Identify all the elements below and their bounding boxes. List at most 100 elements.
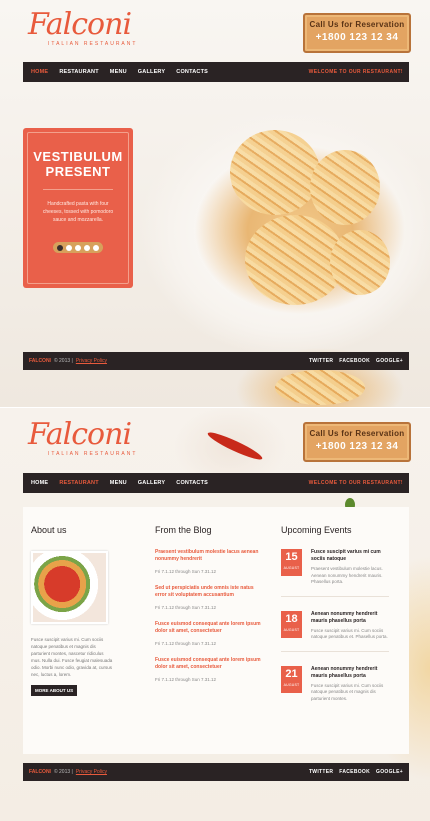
privacy-policy-link[interactable]: Privacy Policy — [76, 358, 107, 364]
logo-name: Falconi — [28, 7, 132, 42]
blog-post-meta: Fri 7.1.12 through Sun 7.31.12 — [155, 677, 217, 682]
slider-dot[interactable] — [75, 244, 81, 251]
event-day: 15 — [285, 551, 298, 563]
social-links: TWITTER FACEBOOK GOOGLE+ — [309, 358, 403, 364]
event-day: 21 — [285, 667, 298, 680]
blog-post: Praesent vestibulum molestie lacus aenea… — [155, 549, 265, 574]
nav-item-restaurant[interactable]: RESTAURANT — [59, 69, 98, 75]
content-panel: About us Fusce suscipit varius mi. Cum s… — [23, 507, 409, 754]
facebook-link[interactable]: FACEBOOK — [339, 358, 370, 364]
logo[interactable]: Falconi ITALIAN RESTAURANT — [28, 7, 138, 48]
blog-post-meta: Fri 7.1.12 through Sun 7.31.12 — [155, 605, 217, 610]
event-month: AUGUST — [283, 566, 300, 570]
slider-dot[interactable] — [84, 244, 90, 251]
slider-dot[interactable] — [93, 244, 99, 251]
welcome-text: WELCOME TO OUR RESTAURANT! — [308, 480, 403, 486]
nav-item-gallery[interactable]: GALLERY — [138, 480, 165, 486]
nav-item-restaurant[interactable]: RESTAURANT — [59, 480, 98, 486]
logo-tagline: ITALIAN RESTAURANT — [48, 451, 138, 457]
restaurant-page-screenshot: Falconi ITALIAN RESTAURANT Call Us for R… — [0, 408, 430, 821]
privacy-policy-link[interactable]: Privacy Policy — [76, 769, 107, 775]
hero-promo-card: VESTIBULUM PRESENT Handcrafted pasta wit… — [23, 128, 133, 288]
event-title[interactable]: Aenean nonummy hendrerit mauris phasellu… — [311, 611, 389, 625]
blog-post-title[interactable]: Sed ut perspiciatis unde omnis iste natu… — [155, 585, 265, 599]
blog-column: From the Blog Praesent vestibulum molest… — [155, 525, 265, 682]
nav-item-menu[interactable]: MENU — [110, 480, 127, 486]
event-text: Fusce suscipit varius mi. Cum sociis nat… — [311, 627, 388, 640]
main-nav: HOME RESTAURANT MENU GALLERY CONTACTS WE… — [23, 473, 409, 493]
footer-copyright: © 2013 | — [53, 358, 73, 364]
event-date-badge: 21 AUGUST — [281, 665, 302, 693]
slider-dot[interactable] — [57, 244, 63, 251]
reservation-phone: +1800 123 12 34 — [315, 32, 399, 43]
footer-bar: FALCONI © 2013 | Privacy Policy TWITTER … — [23, 352, 409, 370]
hero-divider — [43, 189, 113, 190]
event-body: Aenean nonummy hendrerit mauris phasellu… — [311, 666, 389, 703]
reservation-label: Call Us for Reservation — [309, 20, 405, 29]
pasta-nest-decoration — [230, 130, 320, 215]
pasta-nest-decoration — [330, 230, 390, 295]
nav-item-home[interactable]: HOME — [31, 69, 48, 75]
event-item: 15 AUGUST Fusce suscipit varius mi cum s… — [281, 549, 389, 597]
hero-title-line1: VESTIBULUM — [33, 149, 123, 164]
blog-post: Fusce euismod consequat ante lorem ipsum… — [155, 657, 265, 682]
more-about-us-button[interactable]: MORE ABOUT US — [31, 685, 78, 696]
event-text: Praesent vestibulum molestie lacus. Aene… — [311, 566, 383, 584]
events-heading: Upcoming Events — [281, 525, 352, 535]
event-day: 18 — [285, 612, 298, 625]
nav-item-gallery[interactable]: GALLERY — [138, 69, 165, 75]
social-links: TWITTER FACEBOOK GOOGLE+ — [309, 769, 403, 775]
facebook-link[interactable]: FACEBOOK — [339, 769, 370, 775]
home-page-screenshot: Falconi ITALIAN RESTAURANT Call Us for R… — [0, 0, 430, 407]
blog-post-meta: Fri 7.1.12 through Sun 7.31.12 — [155, 641, 217, 646]
nav-item-contacts[interactable]: CONTACTS — [176, 480, 208, 486]
event-date-badge: 18 AUGUST — [281, 610, 302, 638]
event-title[interactable]: Aenean nonummy hendrerit mauris phasellu… — [311, 666, 389, 680]
pasta-dish-image — [31, 551, 108, 624]
slider-dot[interactable] — [66, 244, 72, 251]
hero-description: Handcrafted pasta with four cheeses, tos… — [42, 201, 114, 223]
logo[interactable]: Falconi ITALIAN RESTAURANT — [28, 417, 138, 458]
blog-post: Sed ut perspiciatis unde omnis iste natu… — [155, 585, 265, 610]
blog-post-meta: Fri 7.1.12 through Sun 7.31.12 — [155, 569, 217, 574]
about-text: Fusce suscipit varius mi. Cum sociis nat… — [31, 637, 113, 677]
twitter-link[interactable]: TWITTER — [309, 358, 333, 364]
pasta-nest-decoration — [310, 150, 380, 225]
event-month: AUGUST — [283, 627, 300, 632]
event-title[interactable]: Fusce suscipit varius mi cum sociis nato… — [311, 549, 389, 563]
reservation-phone: +1800 123 12 34 — [315, 441, 399, 452]
twitter-link[interactable]: TWITTER — [309, 769, 333, 775]
nav-item-home[interactable]: HOME — [31, 480, 48, 486]
main-nav: HOME RESTAURANT MENU GALLERY CONTACTS WE… — [23, 62, 409, 82]
reservation-badge[interactable]: Call Us for Reservation +1800 123 12 34 — [303, 422, 411, 462]
nav-item-menu[interactable]: MENU — [110, 69, 127, 75]
google-plus-link[interactable]: GOOGLE+ — [376, 358, 403, 364]
blog-post-title[interactable]: Fusce euismod consequat ante lorem ipsum… — [155, 657, 265, 671]
event-body: Fusce suscipit varius mi cum sociis nato… — [311, 549, 389, 586]
welcome-text: WELCOME TO OUR RESTAURANT! — [308, 69, 403, 75]
event-date-badge: 15 AUGUST — [281, 549, 302, 576]
google-plus-link[interactable]: GOOGLE+ — [376, 769, 403, 775]
about-column: About us Fusce suscipit varius mi. Cum s… — [31, 525, 113, 697]
footer-bar: FALCONI © 2013 | Privacy Policy TWITTER … — [23, 763, 409, 781]
logo-tagline: ITALIAN RESTAURANT — [48, 41, 138, 47]
slider-pagination — [53, 242, 103, 253]
event-item: 18 AUGUST Aenean nonummy hendrerit mauri… — [281, 610, 389, 652]
about-heading: About us — [31, 525, 67, 535]
footer-brand: FALCONI — [29, 358, 51, 364]
blog-post-title[interactable]: Fusce euismod consequat ante lorem ipsum… — [155, 621, 265, 635]
events-column: Upcoming Events 15 AUGUST Fusce suscipit… — [281, 525, 389, 712]
event-body: Aenean nonummy hendrerit mauris phasellu… — [311, 611, 389, 641]
hero-promo-inner: VESTIBULUM PRESENT Handcrafted pasta wit… — [27, 132, 129, 284]
nav-item-contacts[interactable]: CONTACTS — [176, 69, 208, 75]
logo-name: Falconi — [28, 417, 132, 452]
pasta-nest-decoration — [275, 370, 365, 405]
blog-post: Fusce euismod consequat ante lorem ipsum… — [155, 621, 265, 646]
event-item: 21 AUGUST Aenean nonummy hendrerit mauri… — [281, 665, 389, 713]
reservation-label: Call Us for Reservation — [309, 429, 405, 438]
event-text: Fusce suscipit varius mi. Cum sociis nat… — [311, 682, 384, 701]
reservation-badge[interactable]: Call Us for Reservation +1800 123 12 34 — [303, 13, 411, 53]
blog-heading: From the Blog — [155, 525, 212, 535]
blog-post-title[interactable]: Praesent vestibulum molestie lacus aenea… — [155, 549, 265, 563]
footer-copyright: © 2013 | — [53, 769, 73, 775]
